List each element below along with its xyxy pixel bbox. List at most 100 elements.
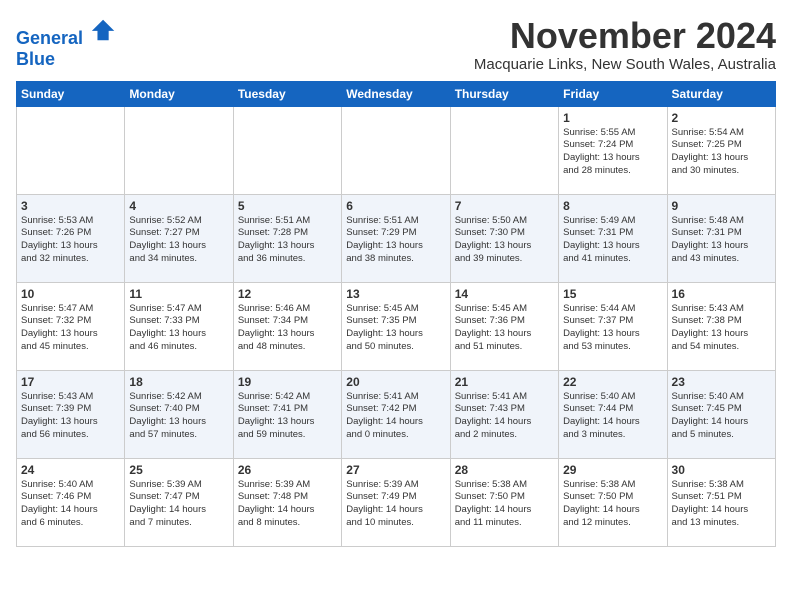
calendar-day-cell: 19 Sunrise: 5:42 AM Sunset: 7:41 PM Dayli… (233, 370, 341, 458)
calendar-day-cell: 20 Sunrise: 5:41 AM Sunset: 7:42 PM Dayli… (342, 370, 450, 458)
day-info: Sunrise: 5:38 AM Sunset: 7:50 PM Dayligh… (563, 479, 662, 530)
logo: General Blue (16, 16, 118, 70)
calendar-day-cell (233, 106, 341, 194)
day-number: 19 (238, 375, 337, 389)
day-info: Sunrise: 5:49 AM Sunset: 7:31 PM Dayligh… (563, 215, 662, 266)
day-info: Sunrise: 5:42 AM Sunset: 7:41 PM Dayligh… (238, 391, 337, 442)
day-number: 11 (129, 287, 228, 301)
day-number: 29 (563, 463, 662, 477)
calendar-day-cell: 22 Sunrise: 5:40 AM Sunset: 7:44 PM Dayli… (559, 370, 667, 458)
calendar-day-cell: 29 Sunrise: 5:38 AM Sunset: 7:50 PM Dayli… (559, 458, 667, 546)
day-number: 7 (455, 199, 554, 213)
day-number: 13 (346, 287, 445, 301)
calendar-header: SundayMondayTuesdayWednesdayThursdayFrid… (17, 81, 776, 106)
day-number: 27 (346, 463, 445, 477)
calendar-body: 1 Sunrise: 5:55 AM Sunset: 7:24 PM Daylig… (17, 106, 776, 546)
day-info: Sunrise: 5:43 AM Sunset: 7:38 PM Dayligh… (672, 303, 771, 354)
weekday-header: Friday (559, 81, 667, 106)
day-number: 22 (563, 375, 662, 389)
calendar-day-cell: 7Sunrise: 5:50 AM Sunset: 7:30 PM Daylig… (450, 194, 558, 282)
day-info: Sunrise: 5:44 AM Sunset: 7:37 PM Dayligh… (563, 303, 662, 354)
calendar-day-cell (125, 106, 233, 194)
calendar-day-cell: 30Sunrise: 5:38 AM Sunset: 7:51 PM Dayli… (667, 458, 775, 546)
day-number: 28 (455, 463, 554, 477)
day-info: Sunrise: 5:45 AM Sunset: 7:35 PM Dayligh… (346, 303, 445, 354)
calendar-day-cell: 15Sunrise: 5:44 AM Sunset: 7:37 PM Dayli… (559, 282, 667, 370)
calendar-day-cell: 17 Sunrise: 5:43 AM Sunset: 7:39 PM Dayli… (17, 370, 125, 458)
calendar-day-cell: 6 Sunrise: 5:51 AM Sunset: 7:29 PM Daylig… (342, 194, 450, 282)
weekday-header-row: SundayMondayTuesdayWednesdayThursdayFrid… (17, 81, 776, 106)
day-number: 2 (672, 111, 771, 125)
weekday-header: Sunday (17, 81, 125, 106)
weekday-header: Tuesday (233, 81, 341, 106)
calendar-day-cell: 12 Sunrise: 5:46 AM Sunset: 7:34 PM Dayli… (233, 282, 341, 370)
day-number: 25 (129, 463, 228, 477)
weekday-header: Thursday (450, 81, 558, 106)
day-number: 14 (455, 287, 554, 301)
calendar-day-cell: 5 Sunrise: 5:51 AM Sunset: 7:28 PM Daylig… (233, 194, 341, 282)
calendar-day-cell: 4 Sunrise: 5:52 AM Sunset: 7:27 PM Daylig… (125, 194, 233, 282)
calendar-day-cell: 18Sunrise: 5:42 AM Sunset: 7:40 PM Dayli… (125, 370, 233, 458)
calendar-week-row: 10 Sunrise: 5:47 AM Sunset: 7:32 PM Dayli… (17, 282, 776, 370)
day-number: 24 (21, 463, 120, 477)
calendar-day-cell: 10 Sunrise: 5:47 AM Sunset: 7:32 PM Dayli… (17, 282, 125, 370)
day-info: Sunrise: 5:41 AM Sunset: 7:42 PM Dayligh… (346, 391, 445, 442)
weekday-header: Monday (125, 81, 233, 106)
day-number: 26 (238, 463, 337, 477)
day-number: 12 (238, 287, 337, 301)
calendar-day-cell: 1 Sunrise: 5:55 AM Sunset: 7:24 PM Daylig… (559, 106, 667, 194)
day-number: 17 (21, 375, 120, 389)
calendar-day-cell: 21 Sunrise: 5:41 AM Sunset: 7:43 PM Dayli… (450, 370, 558, 458)
day-info: Sunrise: 5:51 AM Sunset: 7:28 PM Dayligh… (238, 215, 337, 266)
calendar-week-row: 1 Sunrise: 5:55 AM Sunset: 7:24 PM Daylig… (17, 106, 776, 194)
day-info: Sunrise: 5:40 AM Sunset: 7:46 PM Dayligh… (21, 479, 120, 530)
day-number: 20 (346, 375, 445, 389)
calendar-day-cell (17, 106, 125, 194)
day-info: Sunrise: 5:54 AM Sunset: 7:25 PM Dayligh… (672, 127, 771, 178)
calendar-week-row: 17 Sunrise: 5:43 AM Sunset: 7:39 PM Dayli… (17, 370, 776, 458)
day-info: Sunrise: 5:39 AM Sunset: 7:49 PM Dayligh… (346, 479, 445, 530)
day-info: Sunrise: 5:39 AM Sunset: 7:47 PM Dayligh… (129, 479, 228, 530)
calendar-day-cell: 28 Sunrise: 5:38 AM Sunset: 7:50 PM Dayli… (450, 458, 558, 546)
calendar-day-cell: 27 Sunrise: 5:39 AM Sunset: 7:49 PM Dayli… (342, 458, 450, 546)
day-info: Sunrise: 5:46 AM Sunset: 7:34 PM Dayligh… (238, 303, 337, 354)
calendar-day-cell: 24 Sunrise: 5:40 AM Sunset: 7:46 PM Dayli… (17, 458, 125, 546)
day-number: 6 (346, 199, 445, 213)
day-number: 23 (672, 375, 771, 389)
day-info: Sunrise: 5:47 AM Sunset: 7:33 PM Dayligh… (129, 303, 228, 354)
day-number: 1 (563, 111, 662, 125)
day-info: Sunrise: 5:43 AM Sunset: 7:39 PM Dayligh… (21, 391, 120, 442)
title-block: November 2024 Macquarie Links, New South… (474, 16, 776, 73)
day-info: Sunrise: 5:40 AM Sunset: 7:44 PM Dayligh… (563, 391, 662, 442)
calendar-day-cell: 25 Sunrise: 5:39 AM Sunset: 7:47 PM Dayli… (125, 458, 233, 546)
day-number: 8 (563, 199, 662, 213)
day-info: Sunrise: 5:52 AM Sunset: 7:27 PM Dayligh… (129, 215, 228, 266)
day-info: Sunrise: 5:55 AM Sunset: 7:24 PM Dayligh… (563, 127, 662, 178)
day-number: 4 (129, 199, 228, 213)
day-info: Sunrise: 5:38 AM Sunset: 7:50 PM Dayligh… (455, 479, 554, 530)
logo-icon (90, 16, 118, 44)
day-info: Sunrise: 5:41 AM Sunset: 7:43 PM Dayligh… (455, 391, 554, 442)
day-number: 9 (672, 199, 771, 213)
calendar-day-cell (450, 106, 558, 194)
logo-text: General (16, 16, 118, 49)
weekday-header: Wednesday (342, 81, 450, 106)
calendar-day-cell: 16 Sunrise: 5:43 AM Sunset: 7:38 PM Dayli… (667, 282, 775, 370)
page-header: General Blue November 2024 Macquarie Lin… (16, 16, 776, 73)
calendar-day-cell: 3Sunrise: 5:53 AM Sunset: 7:26 PM Daylig… (17, 194, 125, 282)
day-info: Sunrise: 5:51 AM Sunset: 7:29 PM Dayligh… (346, 215, 445, 266)
day-info: Sunrise: 5:42 AM Sunset: 7:40 PM Dayligh… (129, 391, 228, 442)
calendar-day-cell: 11 Sunrise: 5:47 AM Sunset: 7:33 PM Dayli… (125, 282, 233, 370)
day-number: 21 (455, 375, 554, 389)
day-number: 30 (672, 463, 771, 477)
calendar-day-cell: 26Sunrise: 5:39 AM Sunset: 7:48 PM Dayli… (233, 458, 341, 546)
location-subtitle: Macquarie Links, New South Wales, Austra… (474, 56, 776, 73)
day-info: Sunrise: 5:48 AM Sunset: 7:31 PM Dayligh… (672, 215, 771, 266)
calendar-day-cell: 23Sunrise: 5:40 AM Sunset: 7:45 PM Dayli… (667, 370, 775, 458)
logo-line2: Blue (16, 49, 118, 70)
day-number: 5 (238, 199, 337, 213)
month-title: November 2024 (474, 16, 776, 56)
day-number: 10 (21, 287, 120, 301)
day-info: Sunrise: 5:47 AM Sunset: 7:32 PM Dayligh… (21, 303, 120, 354)
day-number: 16 (672, 287, 771, 301)
